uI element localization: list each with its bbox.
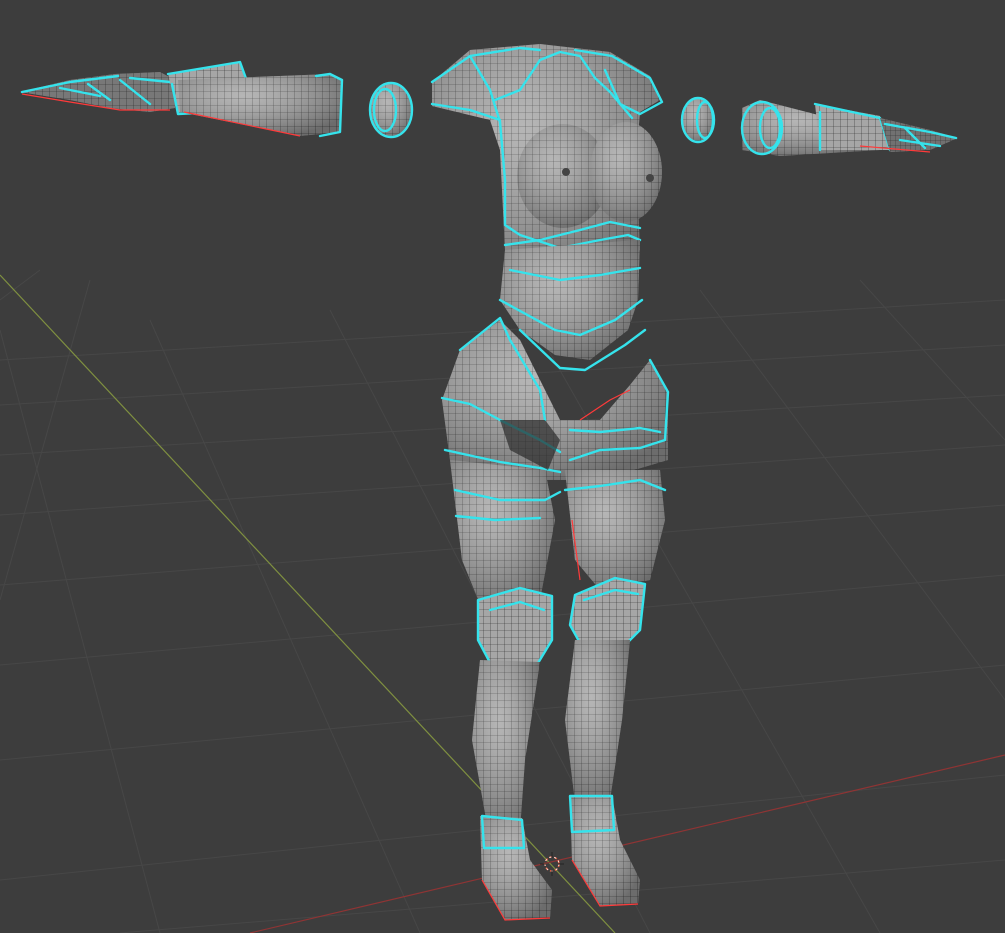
viewport-canvas[interactable] [0,0,1005,933]
3d-viewport[interactable] [0,0,1005,933]
